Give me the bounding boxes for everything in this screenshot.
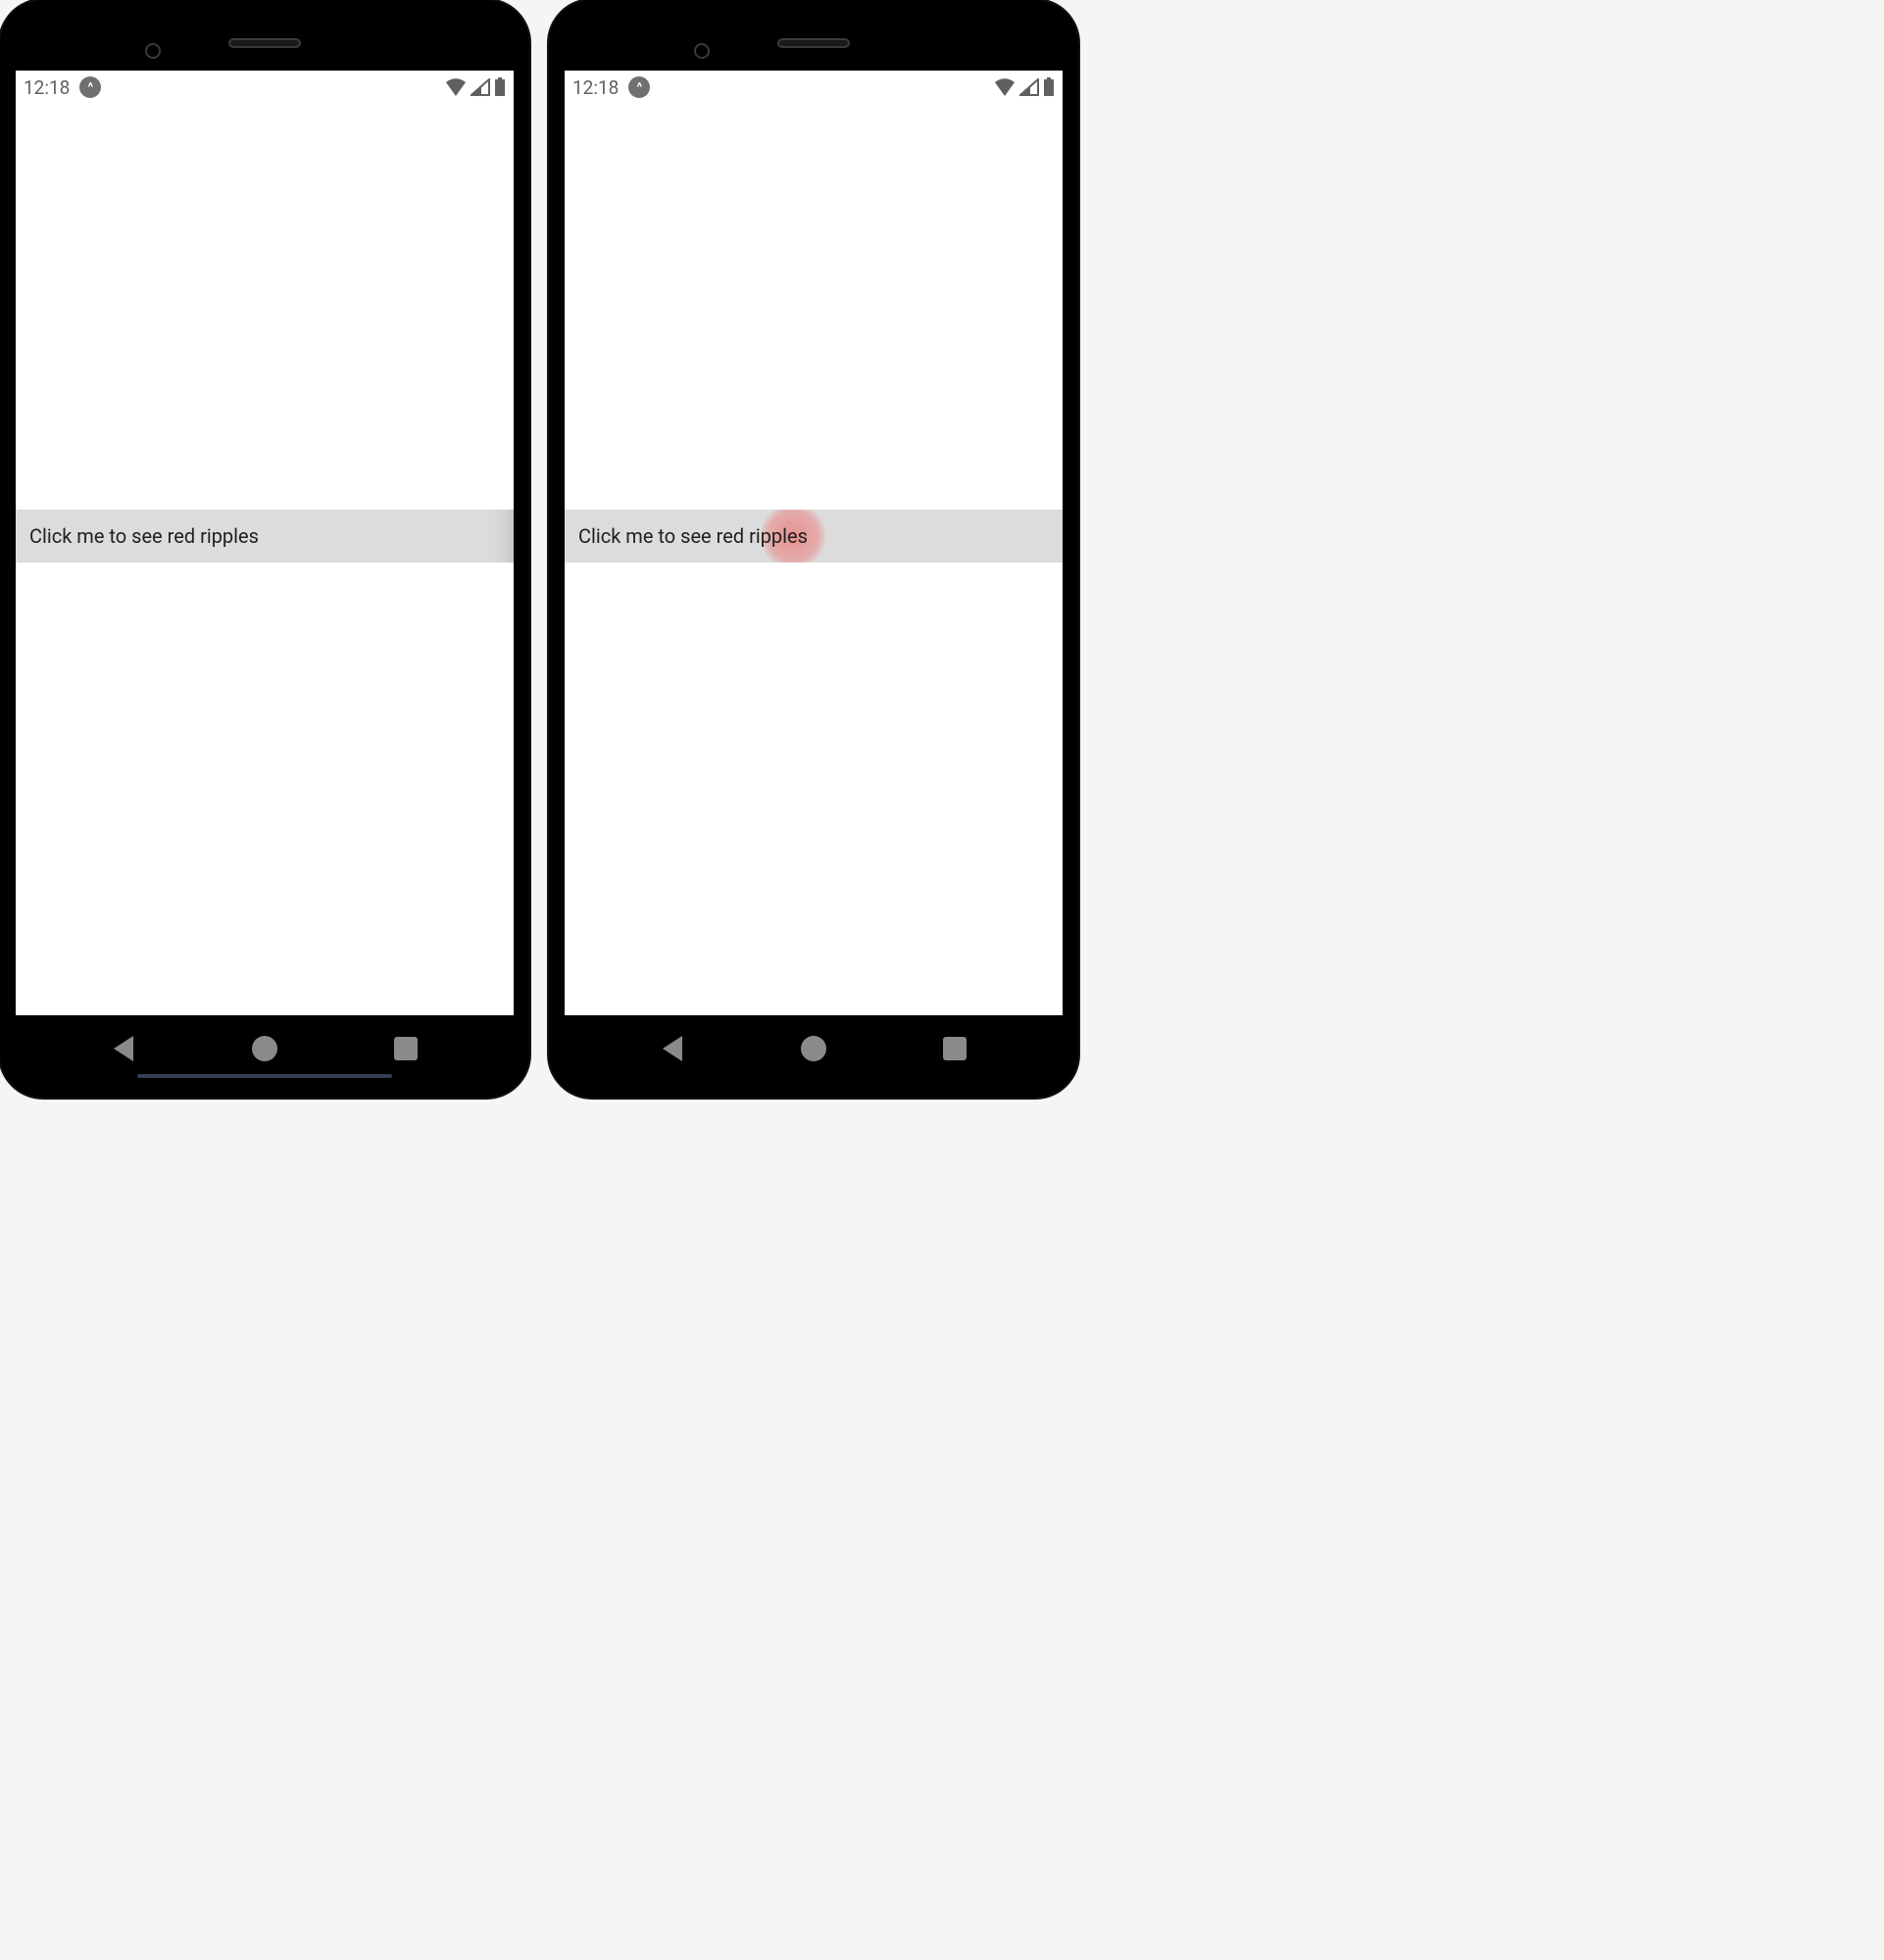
home-circle-icon (801, 1036, 826, 1061)
app-content: Click me to see red ripples (565, 104, 1063, 1015)
front-camera-icon (145, 43, 161, 59)
android-nav-bar (16, 1015, 514, 1080)
speaker-grill-icon (777, 38, 850, 48)
cell-signal-icon (1019, 78, 1039, 96)
status-time: 12:18 (572, 76, 619, 99)
back-triangle-icon (663, 1036, 682, 1061)
android-nav-bar (565, 1015, 1063, 1080)
phone-frame-left: 12:18 ^ Click me to see r (0, 0, 529, 1098)
ripple-button-label: Click me to see red ripples (29, 524, 259, 548)
home-circle-icon (252, 1036, 277, 1061)
status-time: 12:18 (24, 76, 70, 99)
wifi-icon (994, 78, 1016, 96)
home-button[interactable] (243, 1027, 286, 1070)
phone-screen: 12:18 ^ Click me to see r (16, 71, 514, 1015)
phone-frame-right: 12:18 ^ Click (549, 0, 1078, 1098)
back-button[interactable] (651, 1027, 694, 1070)
status-right (994, 77, 1055, 97)
recent-apps-button[interactable] (933, 1027, 976, 1070)
status-right (445, 77, 506, 97)
front-camera-icon (694, 43, 710, 59)
ripple-demo-button[interactable]: Click me to see red ripples (16, 510, 514, 563)
ripple-demo-button[interactable]: Click me to see red ripples (565, 510, 1063, 563)
expo-badge-icon: ^ (628, 76, 650, 98)
battery-icon (1043, 77, 1055, 97)
phone-top-hardware (16, 16, 514, 71)
phone-screen: 12:18 ^ Click (565, 71, 1063, 1015)
recent-square-icon (943, 1037, 967, 1060)
home-button[interactable] (792, 1027, 835, 1070)
battery-icon (494, 77, 506, 97)
expo-badge-icon: ^ (79, 76, 101, 98)
recent-apps-button[interactable] (384, 1027, 427, 1070)
cell-signal-icon (471, 78, 490, 96)
status-bar: 12:18 ^ (16, 71, 514, 104)
status-bar: 12:18 ^ (565, 71, 1063, 104)
app-content: Click me to see red ripples (16, 104, 514, 1015)
status-left: 12:18 ^ (24, 76, 101, 99)
recent-square-icon (394, 1037, 418, 1060)
dual-phone-stage: 12:18 ^ Click me to see r (0, 0, 1884, 1098)
ripple-button-label: Click me to see red ripples (578, 524, 808, 548)
status-left: 12:18 ^ (572, 76, 650, 99)
back-button[interactable] (102, 1027, 145, 1070)
speaker-grill-icon (228, 38, 301, 48)
gesture-hint-bar (137, 1074, 392, 1078)
wifi-icon (445, 78, 467, 96)
back-triangle-icon (114, 1036, 133, 1061)
phone-top-hardware (565, 16, 1063, 71)
